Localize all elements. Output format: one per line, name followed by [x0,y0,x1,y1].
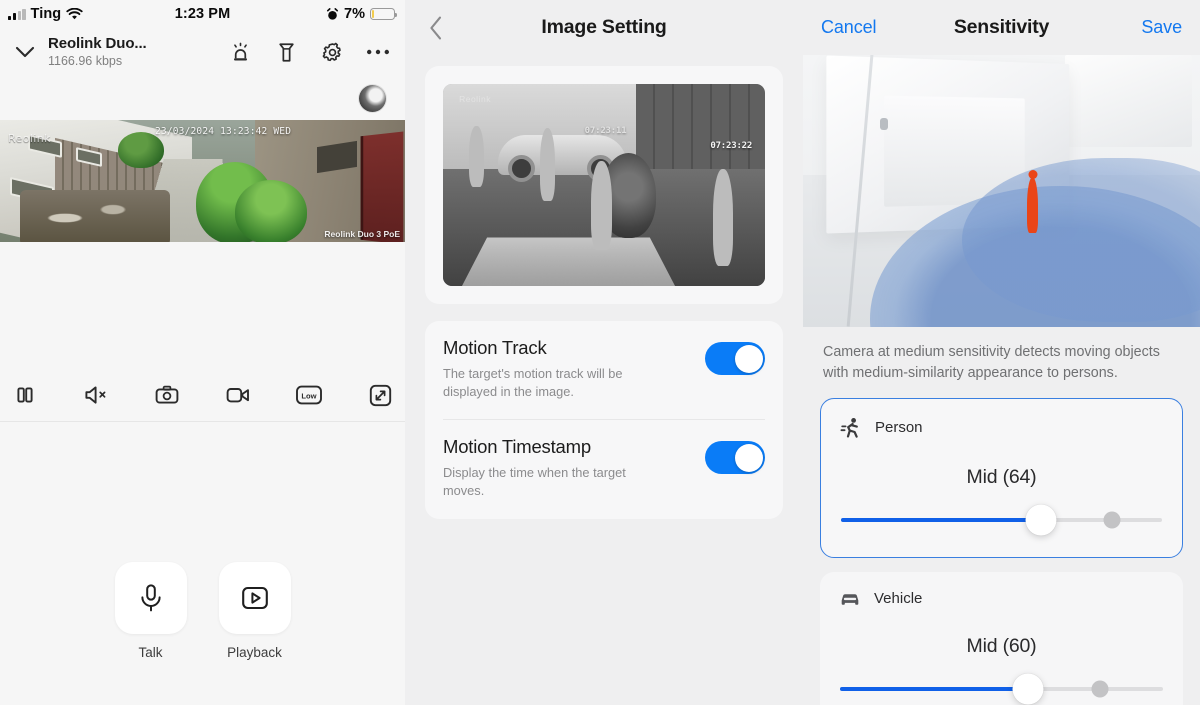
setting-text-group: Motion Track The target's motion track w… [443,337,693,401]
sensitivity-value-label: Mid (60) [966,634,1037,657]
gear-icon[interactable] [319,39,345,65]
sensitivity-card-person[interactable]: Person Mid (64) [820,397,1183,558]
quality-button[interactable]: Low [292,378,326,412]
device-name: Reolink Duo... [48,35,147,53]
battery-icon [370,7,398,21]
snapshot-button[interactable] [150,378,184,412]
sensitivity-card-vehicle[interactable]: Vehicle Mid (60) [820,571,1183,705]
feed-model-label: Reolink Duo 3 PoE [324,229,400,239]
pause-button[interactable] [8,378,42,412]
slider-thumb[interactable] [1025,504,1056,536]
device-bitrate: 1166.96 kbps [48,54,123,69]
playback-button[interactable]: Playback [218,562,291,660]
playback-button-tile[interactable] [218,562,291,634]
device-meta: Reolink Duo... 1166.96 kbps [48,35,147,69]
page-title: Image Setting [541,16,667,38]
sensitivity-slider-vehicle[interactable] [838,672,1165,705]
device-actions [227,39,391,65]
settings-card: Motion Track The target's motion track w… [425,321,783,519]
preview-watermark: Reolink [459,94,491,105]
lens-indicator-icon[interactable] [359,84,386,112]
feed-watermark: Reolink [8,132,51,145]
slider-fill [840,686,1030,691]
card-label: Person [875,419,923,437]
sensitivity-description: Camera at medium sensitivity detects mov… [823,344,1160,381]
motion-track-preview-image: Reolink 07:23:11 07:23:22 [443,84,765,286]
app-screenshot: Ting 1:23 PM 7% Reolink Duo... 1166.96 k… [0,0,1200,705]
talk-button-label: Talk [138,645,163,660]
illustration-camera-icon [880,117,889,130]
controls-divider [0,421,405,422]
status-bar: Ting 1:23 PM 7% [0,0,405,28]
feed-timestamp: 23/03/2024 13:23:42 WED [155,126,292,137]
setting-title: Motion Timestamp [443,436,591,458]
lens-row [0,76,405,120]
battery-percent-label: 7% [344,6,365,22]
setting-row-motion-track[interactable]: Motion Track The target's motion track w… [425,321,783,419]
image-setting-navbar: Image Setting [405,0,803,55]
sensitivity-panel: Cancel Sensitivity Save Camera at medium… [803,0,1200,705]
setting-title: Motion Track [443,337,547,358]
playback-controls: Low [0,370,405,420]
sensitivity-value-label: Mid (64) [966,465,1037,488]
sensitivity-navbar: Cancel Sensitivity Save [803,0,1200,55]
slider-fill [841,517,1043,522]
status-bar-right: 7% [326,6,398,22]
more-options-icon[interactable] [365,39,391,65]
car-icon [841,593,859,605]
talk-button-tile[interactable] [114,562,187,634]
live-camera-feed[interactable]: Reolink 23/03/2024 13:23:42 WED Reolink … [0,120,405,242]
save-button[interactable]: Save [1141,17,1182,38]
action-buttons-row: Talk Playback [0,562,405,660]
setting-description: Display the time when the target moves. [443,465,626,499]
mute-button[interactable] [79,378,113,412]
illustration-person-figure [1027,177,1039,234]
image-setting-panel: Image Setting Reolink 07:23:11 07:23:22 [405,0,803,705]
running-person-icon [840,417,858,438]
setting-description: The target's motion track will be displa… [443,366,623,400]
motion-track-toggle[interactable] [705,342,765,375]
slider-marker-dot[interactable] [1091,680,1109,698]
card-header: Vehicle [838,589,1165,609]
record-button[interactable] [221,378,255,412]
card-label: Vehicle [874,590,923,608]
setting-text-group: Motion Timestamp Display the time when t… [443,436,693,500]
motion-timestamp-toggle[interactable] [705,441,765,475]
sensitivity-slider-person[interactable] [839,503,1164,537]
flashlight-icon[interactable] [273,39,299,65]
siren-icon[interactable] [227,39,253,65]
cancel-button[interactable]: Cancel [821,17,877,38]
talk-button[interactable]: Talk [114,562,187,660]
preview-timestamp-a: 07:23:11 [584,126,627,137]
live-view-panel: Ting 1:23 PM 7% Reolink Duo... 1166.96 k… [0,0,405,705]
device-header: Reolink Duo... 1166.96 kbps [0,28,405,76]
slider-marker-dot[interactable] [1103,511,1121,529]
play-box-icon [241,586,268,610]
alarm-clock-icon [327,7,339,20]
microphone-icon [140,584,161,612]
card-header: Person [839,416,1164,440]
preview-card: Reolink 07:23:11 07:23:22 [425,66,783,304]
playback-button-label: Playback [227,645,282,660]
fullscreen-button[interactable] [363,378,397,412]
chevron-down-icon[interactable] [10,37,40,67]
setting-row-motion-timestamp[interactable]: Motion Timestamp Display the time when t… [425,420,783,518]
detection-illustration [803,55,1200,327]
chevron-left-icon[interactable] [421,13,451,43]
slider-thumb[interactable] [1012,673,1044,705]
preview-timestamp-b: 07:23:22 [710,140,753,151]
quality-label: Low [301,392,316,401]
